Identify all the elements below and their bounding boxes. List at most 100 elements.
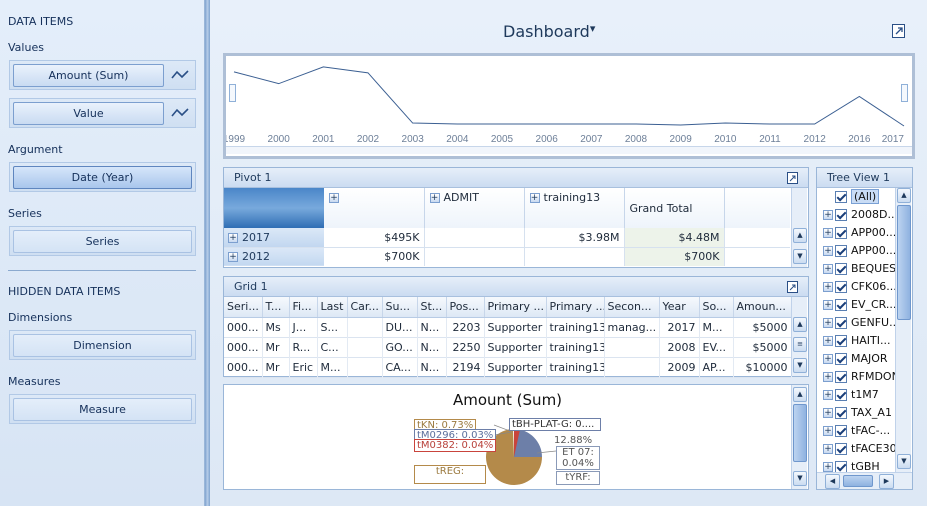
grid-column-header[interactable]: Amoun... (733, 297, 792, 318)
grid-column-header[interactable]: St... (417, 297, 447, 318)
range-handle-left[interactable] (229, 84, 236, 102)
tree-item[interactable]: +2008D... (823, 206, 895, 224)
pie-chart[interactable] (224, 385, 791, 485)
tree-item[interactable]: + tFACE30 (823, 440, 895, 458)
pivot-row[interactable]: +2017 $495K $3.98M $4.48M (224, 228, 790, 247)
expand-icon[interactable]: + (823, 354, 833, 364)
series-placeholder[interactable]: Series (13, 230, 192, 253)
pivot-col-header[interactable]: + (324, 188, 425, 228)
grid-column-header[interactable]: T... (262, 297, 290, 318)
scroll-thumb-icon[interactable]: ≡ (793, 337, 807, 352)
checkbox-icon[interactable] (835, 245, 847, 257)
expand-icon[interactable]: + (823, 318, 833, 328)
grid-column-header[interactable]: Fi... (289, 297, 318, 318)
tree-item[interactable]: + CFK06... (823, 278, 895, 296)
grid-column-header[interactable]: Primary ... (484, 297, 547, 318)
grid-column-header[interactable]: Primary ... (546, 297, 605, 318)
sparkline-icon[interactable] (171, 105, 189, 121)
dashboard-title[interactable]: Dashboard▾ (503, 22, 595, 41)
scroll-thumb[interactable] (793, 404, 807, 462)
checkbox-icon[interactable] (835, 335, 847, 347)
expand-icon[interactable]: + (823, 390, 833, 400)
tree-item[interactable]: + GENFU... (823, 314, 895, 332)
range-handle-right[interactable] (901, 84, 908, 102)
pivot-grand-total-header[interactable]: Grand Total (624, 188, 725, 228)
tree-item[interactable]: + APP00... (823, 224, 895, 242)
expand-icon[interactable]: + (823, 426, 833, 436)
tree-item[interactable]: + BEQUES (823, 260, 895, 278)
tree-hscroll[interactable]: ◀ ▶ (817, 472, 912, 489)
expand-icon[interactable]: + (529, 193, 540, 203)
scroll-up-icon[interactable]: ▲ (793, 387, 807, 402)
expand-icon[interactable]: + (823, 408, 833, 418)
tree-item[interactable]: (All) (823, 188, 880, 206)
grid-scrollbar[interactable]: ▲ ≡ ▼ (791, 297, 807, 376)
checkbox-icon[interactable] (835, 443, 847, 455)
scroll-up-icon[interactable]: ▲ (793, 228, 807, 243)
tree-item[interactable]: + MAJOR (823, 350, 888, 368)
expand-icon[interactable]: + (823, 282, 833, 292)
tree-item[interactable]: + tFAC-... (823, 422, 890, 440)
expand-icon[interactable]: + (823, 336, 833, 346)
checkbox-icon[interactable] (835, 227, 847, 239)
scroll-right-icon[interactable]: ▶ (879, 474, 894, 489)
grid-column-header[interactable]: Car... (347, 297, 383, 318)
argument-item-date-year[interactable]: Date (Year) (13, 166, 192, 189)
expand-icon[interactable]: + (823, 228, 833, 238)
range-scrollbar[interactable] (226, 146, 912, 154)
tree-item[interactable]: + EV_CR... (823, 296, 895, 314)
value-item-value[interactable]: Value (13, 102, 164, 125)
expand-icon[interactable]: + (228, 232, 238, 243)
expand-icon[interactable]: + (823, 372, 833, 382)
expand-icon[interactable]: + (823, 300, 833, 310)
checkbox-icon[interactable] (835, 209, 847, 221)
checkbox-icon[interactable] (835, 407, 847, 419)
range-selector-chart[interactable]: 1999 2000 2001 2002 2003 2004 2005 2006 2007 2008… (223, 53, 915, 159)
title-dropdown-arrow[interactable]: ▾ (590, 22, 596, 35)
pivot-col-header[interactable]: + ADMIT (424, 188, 525, 228)
grid-column-header[interactable]: So... (699, 297, 734, 318)
dimension-placeholder[interactable]: Dimension (13, 334, 192, 357)
expand-icon[interactable]: + (823, 210, 833, 220)
sparkline-icon[interactable] (171, 67, 189, 83)
table-row[interactable]: 000... Ms J... S... DU... N... 2203 Supporter tr… (224, 317, 792, 337)
checkbox-icon[interactable] (835, 353, 847, 365)
checkbox-icon[interactable] (835, 461, 847, 472)
export-icon[interactable] (891, 23, 907, 39)
expand-icon[interactable]: + (823, 264, 833, 274)
scroll-thumb[interactable] (897, 205, 911, 320)
pivot-scrollbar[interactable]: ▲ ▼ (791, 188, 807, 267)
scroll-up-icon[interactable]: ▲ (793, 317, 807, 332)
measure-placeholder[interactable]: Measure (13, 398, 192, 421)
pivot-col-header[interactable]: + training13 (524, 188, 625, 228)
pivot-row[interactable]: +2012 $700K $700K (224, 247, 790, 266)
tree-item[interactable]: + tGBH (823, 458, 880, 472)
scroll-up-icon[interactable]: ▲ (897, 188, 911, 203)
checkbox-icon[interactable] (835, 371, 847, 383)
tree-item[interactable]: + t1M7 (823, 386, 879, 404)
checkbox-icon[interactable] (835, 425, 847, 437)
grid-column-header[interactable]: Last (317, 297, 348, 318)
scroll-down-icon[interactable]: ▼ (793, 471, 807, 486)
grid-column-header[interactable]: Su... (382, 297, 418, 318)
grid-column-header[interactable]: Pos... (446, 297, 485, 318)
expand-icon[interactable]: + (823, 462, 833, 472)
table-row[interactable]: 000... Mr Eric M... CA... N... 2194 Supporter tr… (224, 357, 792, 377)
tree-item[interactable]: + RFMDON (823, 368, 895, 386)
scroll-down-icon[interactable]: ▼ (897, 454, 911, 469)
scroll-down-icon[interactable]: ▼ (793, 249, 807, 264)
checkbox-icon[interactable] (835, 191, 847, 203)
expand-icon[interactable]: + (228, 252, 238, 263)
tree-item[interactable]: + HAITI... (823, 332, 891, 350)
checkbox-icon[interactable] (835, 317, 847, 329)
tree-vscroll[interactable]: ▲ ▼ (895, 188, 911, 472)
scroll-left-icon[interactable]: ◀ (825, 474, 840, 489)
expand-icon[interactable]: + (823, 246, 833, 256)
expand-icon[interactable]: + (429, 193, 440, 203)
tree-item[interactable]: + TAX_A1 (823, 404, 892, 422)
tree-item[interactable]: + APP00... (823, 242, 895, 260)
value-item-amount[interactable]: Amount (Sum) (13, 64, 164, 87)
checkbox-icon[interactable] (835, 263, 847, 275)
grid-column-header[interactable]: Seri... (224, 297, 263, 318)
expand-icon[interactable]: + (823, 444, 833, 454)
